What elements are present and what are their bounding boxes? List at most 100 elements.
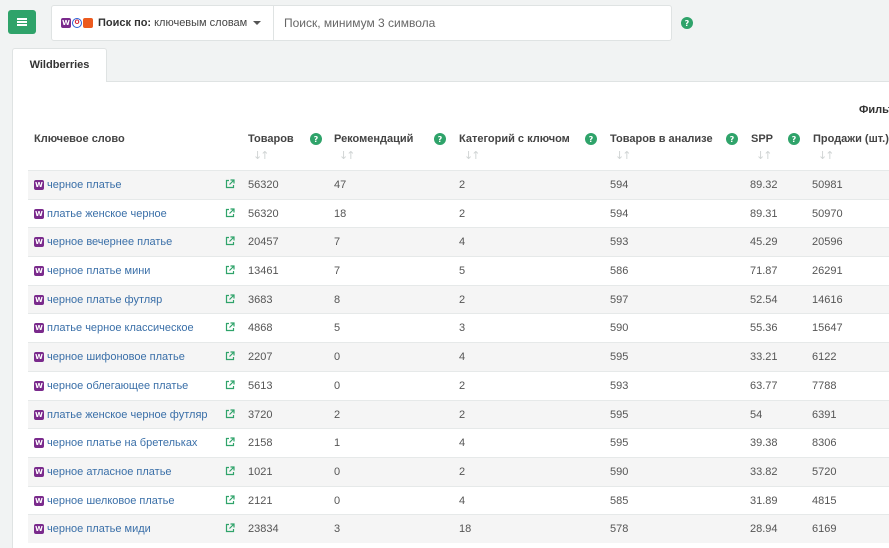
spp-cell: 54 [750, 408, 763, 421]
external-link-icon[interactable] [225, 322, 235, 332]
recommendations-cell: 0 [334, 379, 341, 392]
column-header-keyword[interactable]: Ключевое слово [34, 133, 125, 145]
help-icon[interactable]: ? [310, 133, 322, 145]
spp-cell: 33.82 [750, 465, 778, 478]
keyword-link[interactable]: черное облегающее платье [47, 372, 188, 400]
wildberries-icon: W [34, 237, 44, 248]
keyword-link[interactable]: черное атласное платье [47, 458, 172, 486]
categories-cell: 4 [459, 351, 466, 364]
recommendations-cell: 0 [334, 494, 341, 507]
search-input[interactable] [274, 6, 671, 40]
hamburger-icon [17, 18, 27, 26]
wildberries-icon: W [34, 208, 44, 219]
keyword-table-body: Wчерное платье 56320 47 2 594 89.32 50981 Wплат… [28, 170, 889, 543]
products-cell: 13461 [248, 265, 279, 278]
products-cell: 2158 [248, 437, 273, 450]
external-link-icon[interactable] [225, 437, 235, 447]
help-icon[interactable]: ? [726, 133, 738, 145]
sort-icon[interactable]: ↓↑ [615, 149, 632, 162]
categories-cell: 18 [459, 523, 472, 536]
search-mode-select[interactable]: W O Поиск по: ключевым словам [52, 6, 274, 40]
column-header-recommendations[interactable]: Рекомендаций [334, 133, 413, 145]
keyword-cell: Wплатье женское черное футляр [34, 401, 208, 429]
external-link-icon[interactable] [225, 294, 235, 304]
external-link-icon[interactable] [225, 351, 235, 361]
column-header-sales[interactable]: Продажи (шт.) [813, 133, 889, 145]
help-icon[interactable]: ? [585, 133, 597, 145]
spp-cell: 31.89 [750, 494, 778, 507]
column-header-categories[interactable]: Категорий с ключом [459, 133, 570, 145]
products-cell: 56320 [248, 179, 279, 191]
keyword-link[interactable]: черное платье футляр [47, 286, 162, 314]
categories-cell: 4 [459, 437, 466, 450]
column-label: SPP [751, 133, 774, 145]
external-link-icon[interactable] [225, 265, 235, 275]
spp-cell: 55.36 [750, 322, 778, 335]
wildberries-icon: W [34, 323, 44, 334]
sort-icon[interactable]: ↓↑ [339, 149, 356, 162]
products-cell: 2207 [248, 351, 273, 364]
table-row: Wчерное платье миди 23834 3 18 578 28.94 6169 [28, 514, 889, 543]
products-cell: 20457 [248, 236, 279, 249]
sales-cell: 6122 [812, 351, 837, 364]
column-header-spp[interactable]: SPP [751, 133, 773, 145]
keyword-link[interactable]: платье женское черное футляр [47, 401, 208, 429]
table-row: Wплатье женское черное 56320 18 2 594 89.31 50… [28, 198, 889, 228]
external-link-icon[interactable] [225, 523, 235, 533]
chevron-down-icon [253, 21, 262, 25]
help-icon[interactable]: ? [434, 133, 446, 145]
spp-cell: 71.87 [750, 265, 778, 278]
sort-icon[interactable]: ↓↑ [818, 149, 835, 162]
in-analysis-cell: 594 [610, 207, 629, 220]
column-header-in-analysis[interactable]: Товаров в анализе [610, 133, 713, 145]
external-link-icon[interactable] [225, 408, 235, 419]
keyword-cell: Wчерное платье мини [34, 257, 150, 285]
keyword-link[interactable]: черное платье на бретельках [47, 429, 197, 457]
keyword-link[interactable]: черное платье [47, 171, 121, 199]
external-link-icon[interactable] [225, 466, 235, 476]
keyword-link[interactable]: платье черное классическое [47, 314, 194, 342]
table-row: Wчерное шифоновое платье 2207 0 4 595 33.21 61… [28, 342, 889, 371]
products-cell: 23834 [248, 523, 279, 536]
wildberries-icon: W [34, 180, 44, 190]
keyword-link[interactable]: черное платье миди [47, 515, 151, 543]
spp-cell: 52.54 [750, 293, 778, 306]
keyword-link[interactable]: черное шифоновое платье [47, 343, 185, 371]
sort-icon[interactable]: ↓↑ [253, 149, 270, 162]
wildberries-icon: W [34, 524, 44, 535]
menu-button[interactable] [8, 10, 36, 34]
spp-cell: 28.94 [750, 523, 778, 536]
filter-label[interactable]: Фильт [859, 104, 889, 116]
keyword-cell: Wплатье женское черное [34, 200, 167, 228]
keyword-link[interactable]: черное шелковое платье [47, 487, 175, 515]
column-header-products[interactable]: Товаров [248, 133, 294, 145]
keyword-link[interactable]: платье женское черное [47, 200, 167, 228]
categories-cell: 2 [459, 179, 466, 191]
external-link-icon[interactable] [225, 380, 235, 390]
external-link-icon[interactable] [225, 208, 235, 218]
sales-cell: 14616 [812, 293, 843, 306]
keyword-cell: Wплатье черное классическое [34, 314, 194, 342]
sort-icon[interactable]: ↓↑ [464, 149, 481, 162]
sales-cell: 50970 [812, 207, 843, 220]
wildberries-icon: W [34, 466, 44, 477]
keyword-cell: Wчерное облегающее платье [34, 372, 188, 400]
keyword-cell: Wчерное платье на бретельках [34, 429, 197, 457]
keyword-link[interactable]: черное платье мини [47, 257, 150, 285]
external-link-icon[interactable] [225, 494, 235, 505]
in-analysis-cell: 585 [610, 494, 629, 507]
help-icon[interactable]: ? [681, 17, 693, 29]
sort-icon[interactable]: ↓↑ [756, 149, 773, 162]
sales-cell: 26291 [812, 265, 843, 278]
keyword-cell: Wчерное шифоновое платье [34, 343, 185, 371]
products-cell: 1021 [248, 465, 273, 478]
categories-cell: 5 [459, 265, 466, 278]
external-link-icon[interactable] [225, 236, 235, 246]
help-icon[interactable]: ? [788, 133, 800, 145]
keyword-link[interactable]: черное вечернее платье [47, 228, 172, 256]
tab-wildberries[interactable]: Wildberries [12, 48, 107, 82]
column-label: Ключевое слово [34, 133, 125, 145]
external-link-icon[interactable] [225, 179, 235, 189]
in-analysis-cell: 595 [610, 351, 629, 364]
in-analysis-cell: 595 [610, 437, 629, 450]
